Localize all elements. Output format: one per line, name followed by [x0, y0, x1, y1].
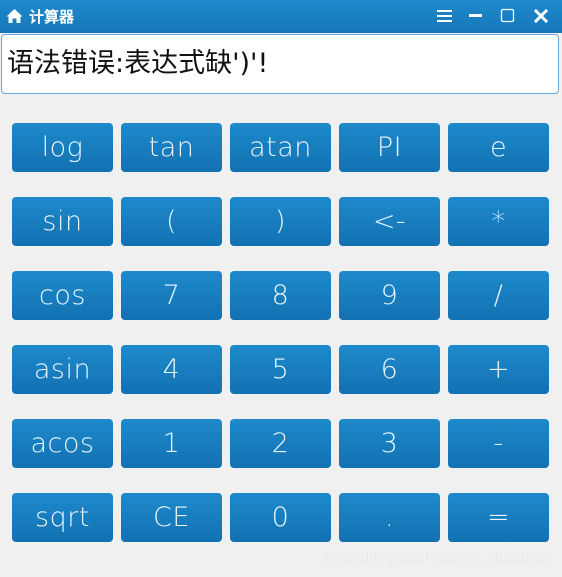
key-9-button[interactable]: 9: [339, 271, 440, 320]
key-divide-button[interactable]: /: [448, 271, 549, 320]
home-icon: [6, 8, 23, 24]
key-8-button[interactable]: 8: [230, 271, 331, 320]
key-0-button[interactable]: 0: [230, 493, 331, 542]
key-pi-button[interactable]: PI: [339, 123, 440, 172]
key-e-button[interactable]: e: [448, 123, 549, 172]
key-acos-button[interactable]: acos: [12, 419, 113, 468]
key-plus-button[interactable]: +: [448, 345, 549, 394]
key-tan-button[interactable]: tan: [121, 123, 222, 172]
keypad: log tan atan PI e sin() <- * cos 7 8 9/ asin 4 5 6 + acos…: [12, 123, 549, 542]
key-sqrt-button[interactable]: sqrt: [12, 493, 113, 542]
key-close-paren-button[interactable]: ): [230, 197, 331, 246]
key-cos-button[interactable]: cos: [12, 271, 113, 320]
display-text: 语法错误:表达式缺')'!: [7, 48, 269, 79]
key-3-button[interactable]: 3: [339, 419, 440, 468]
key-minus-button[interactable]: -: [448, 419, 549, 468]
key-sin-button[interactable]: sin: [12, 197, 113, 246]
key-1-button[interactable]: 1: [121, 419, 222, 468]
key-backspace-button[interactable]: <-: [339, 197, 440, 246]
key-6-button[interactable]: 6: [339, 345, 440, 394]
maximize-icon[interactable]: [497, 6, 519, 26]
key-decimal-button[interactable]: .: [339, 493, 440, 542]
hamburger-menu-icon[interactable]: [434, 6, 456, 26]
close-icon[interactable]: [531, 6, 553, 26]
key-clear-button[interactable]: CE: [121, 493, 222, 542]
window-title: 计算器: [29, 8, 75, 26]
watermark: https://blog.csdn.net/qq_46068864: [321, 550, 552, 567]
key-2-button[interactable]: 2: [230, 419, 331, 468]
key-4-button[interactable]: 4: [121, 345, 222, 394]
expression-display[interactable]: 语法错误:表达式缺')'!: [1, 34, 559, 94]
key-equals-button[interactable]: =: [448, 493, 549, 542]
title-bar: 计算器: [0, 0, 562, 33]
key-asin-button[interactable]: asin: [12, 345, 113, 394]
key-atan-button[interactable]: atan: [230, 123, 331, 172]
minimize-icon[interactable]: [465, 6, 487, 26]
key-log-button[interactable]: log: [12, 123, 113, 172]
key-multiply-button[interactable]: *: [448, 197, 549, 246]
key-5-button[interactable]: 5: [230, 345, 331, 394]
key-open-paren-button[interactable]: (: [121, 197, 222, 246]
key-7-button[interactable]: 7: [121, 271, 222, 320]
